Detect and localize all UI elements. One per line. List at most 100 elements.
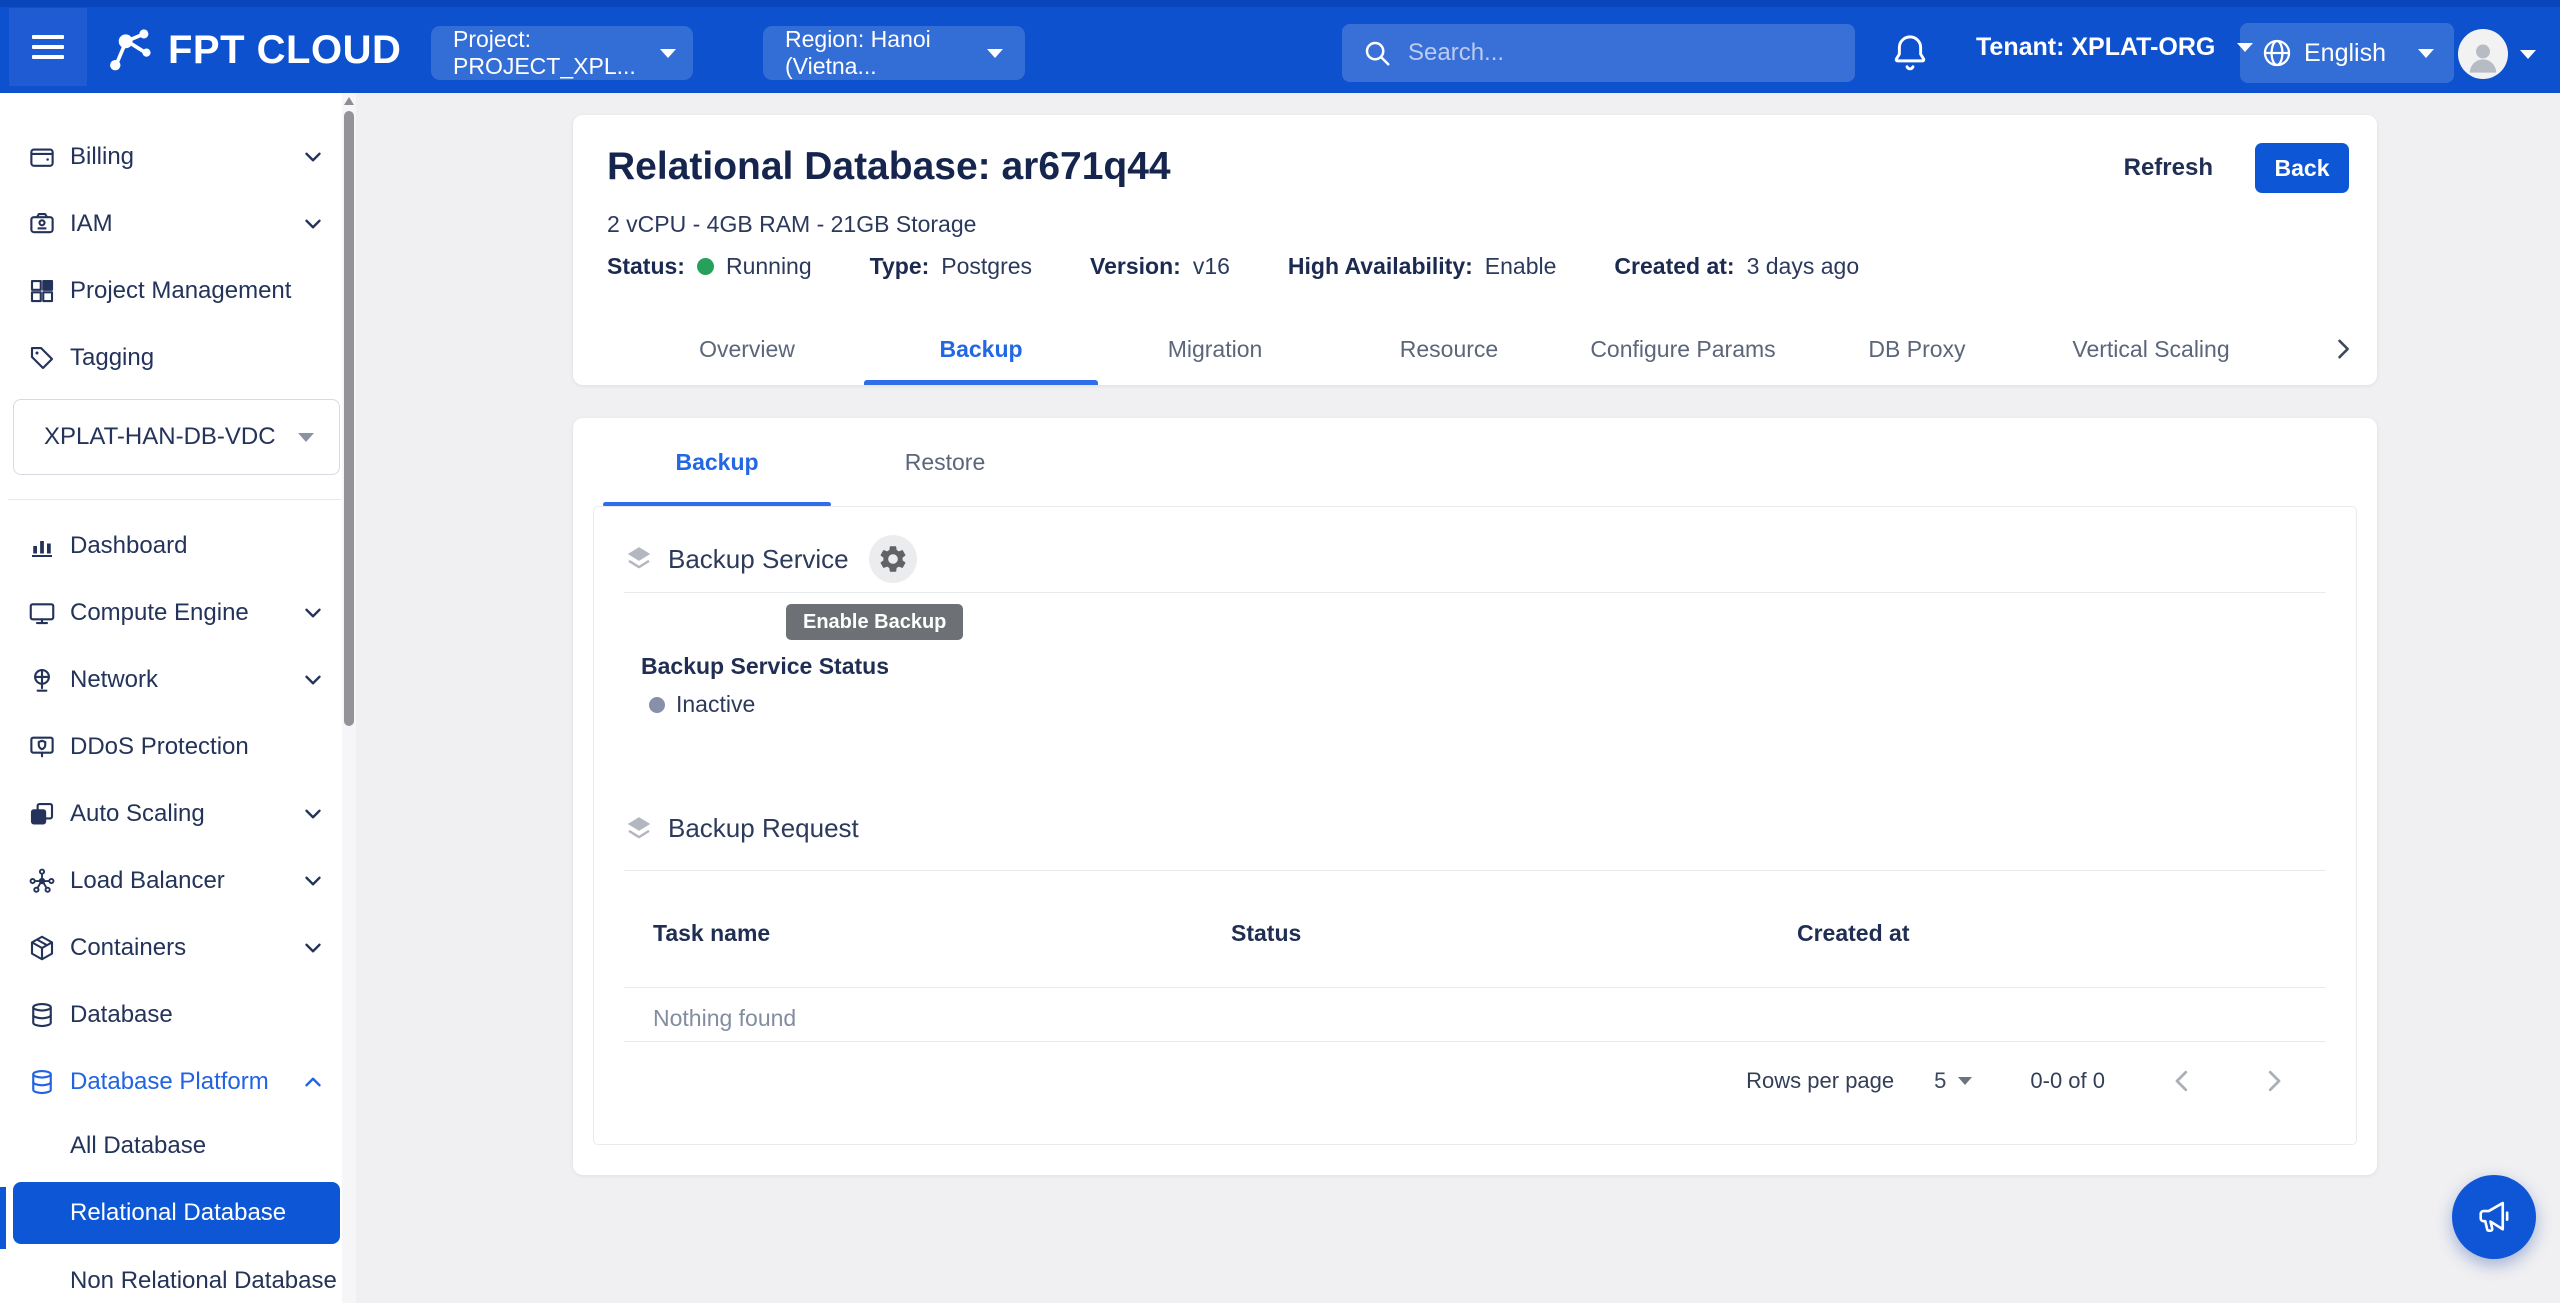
version-field: Version: v16 bbox=[1090, 253, 1230, 280]
layers-icon bbox=[624, 544, 654, 574]
sidebar-item-non-relational-database[interactable]: Non Relational Database bbox=[0, 1250, 356, 1303]
tab-resource[interactable]: Resource bbox=[1332, 313, 1566, 385]
tenant-selector[interactable]: Tenant: XPLAT-ORG bbox=[1976, 33, 2253, 62]
created-value: 3 days ago bbox=[1747, 253, 1860, 280]
rows-per-page-select[interactable]: 5 bbox=[1934, 1068, 1972, 1094]
sidebar-item-compute-engine[interactable]: Compute Engine bbox=[0, 579, 356, 646]
wallet-icon bbox=[27, 142, 57, 172]
sidebar-item-all-database[interactable]: All Database bbox=[0, 1115, 356, 1177]
status-inactive-dot bbox=[649, 697, 665, 713]
megaphone-icon bbox=[2473, 1196, 2515, 1238]
backup-subtabs: Backup Restore bbox=[603, 418, 1059, 506]
region-selector[interactable]: Region: Hanoi (Vietna... bbox=[763, 26, 1025, 80]
sidebar-item-ddos-protection[interactable]: DDoS Protection bbox=[0, 713, 356, 780]
type-value: Postgres bbox=[941, 253, 1032, 280]
chevron-down-icon bbox=[300, 667, 326, 693]
sidebar-item-load-balancer[interactable]: Load Balancer bbox=[0, 847, 356, 914]
caret-down-icon bbox=[2418, 49, 2434, 58]
sidebar-item-project-management[interactable]: Project Management bbox=[0, 257, 356, 324]
active-item-indicator bbox=[0, 1187, 6, 1249]
sidebar-item-dashboard[interactable]: Dashboard bbox=[0, 512, 356, 579]
sidebar-item-tagging[interactable]: Tagging bbox=[0, 324, 356, 391]
refresh-button[interactable]: Refresh bbox=[2124, 154, 2213, 182]
rows-per-page-label: Rows per page bbox=[1746, 1068, 1894, 1094]
ha-field: High Availability: Enable bbox=[1288, 253, 1557, 280]
header-actions: Refresh Back bbox=[2124, 143, 2349, 193]
instance-specs: 2 vCPU - 4GB RAM - 21GB Storage bbox=[607, 211, 976, 238]
divider bbox=[624, 1041, 2326, 1042]
sidebar-item-network[interactable]: Network bbox=[0, 646, 356, 713]
cube-icon bbox=[27, 933, 57, 963]
feedback-megaphone-button[interactable] bbox=[2452, 1175, 2536, 1259]
tab-backup[interactable]: Backup bbox=[864, 313, 1098, 385]
empty-table-message: Nothing found bbox=[653, 1005, 796, 1032]
chevron-down-icon bbox=[300, 600, 326, 626]
nodes-icon bbox=[27, 866, 57, 896]
caret-down-icon bbox=[2520, 50, 2536, 59]
search-input[interactable] bbox=[1408, 39, 1808, 67]
pagination-range: 0-0 of 0 bbox=[2030, 1068, 2105, 1094]
status-value: Running bbox=[726, 253, 812, 280]
tab-db-proxy[interactable]: DB Proxy bbox=[1800, 313, 2034, 385]
chevron-down-icon bbox=[300, 144, 326, 170]
monitor-icon bbox=[27, 598, 57, 628]
database-header-card: Relational Database: ar671q44 2 vCPU - 4… bbox=[573, 115, 2377, 385]
status-running-dot bbox=[697, 258, 714, 275]
sidebar-item-database-platform[interactable]: Database Platform bbox=[0, 1048, 356, 1115]
project-selector[interactable]: Project: PROJECT_XPL... bbox=[431, 26, 693, 80]
brand-text: FPT CLOUD bbox=[168, 28, 401, 73]
notifications-bell-icon[interactable] bbox=[1888, 31, 1932, 75]
sidebar-item-billing[interactable]: Billing bbox=[0, 123, 356, 190]
gear-icon bbox=[877, 543, 909, 575]
brand-logo[interactable]: FPT CLOUD bbox=[104, 7, 401, 93]
language-label: English bbox=[2304, 39, 2386, 68]
avatar bbox=[2458, 29, 2508, 79]
database-icon bbox=[27, 1067, 57, 1097]
sidebar-item-database[interactable]: Database bbox=[0, 981, 356, 1048]
tab-configure-params[interactable]: Configure Params bbox=[1566, 313, 1800, 385]
sidebar-item-containers[interactable]: Containers bbox=[0, 914, 356, 981]
tab-vertical-scaling[interactable]: Vertical Scaling bbox=[2034, 313, 2268, 385]
language-selector[interactable]: English bbox=[2240, 23, 2454, 83]
chevron-down-icon bbox=[300, 935, 326, 961]
app-root: FPT CLOUD Project: PROJECT_XPL... Region… bbox=[0, 0, 2560, 1303]
sidebar-scrollbar[interactable] bbox=[342, 93, 356, 1303]
instance-meta-row: Status: Running Type: Postgres Version: … bbox=[607, 253, 1859, 280]
top-navbar: FPT CLOUD Project: PROJECT_XPL... Region… bbox=[0, 0, 2560, 93]
globe-stand-icon bbox=[27, 665, 57, 695]
backup-panel: Backup Service Enable Backup Backup Serv… bbox=[593, 506, 2357, 1145]
grid-icon bbox=[27, 276, 57, 306]
globe-icon bbox=[2260, 36, 2294, 70]
column-created-at: Created at bbox=[1768, 920, 2326, 947]
previous-page-button[interactable] bbox=[2167, 1066, 2197, 1096]
sidebar-item-relational-database[interactable]: Relational Database bbox=[13, 1182, 340, 1244]
backup-service-header: Backup Service bbox=[624, 535, 917, 583]
type-field: Type: Postgres bbox=[870, 253, 1032, 280]
bar-chart-icon bbox=[27, 531, 57, 561]
vdc-selector[interactable]: XPLAT-HAN-DB-VDC bbox=[13, 399, 340, 475]
subtab-restore[interactable]: Restore bbox=[831, 418, 1059, 506]
main-content: Relational Database: ar671q44 2 vCPU - 4… bbox=[356, 93, 2560, 1303]
subtab-backup[interactable]: Backup bbox=[603, 418, 831, 506]
back-button[interactable]: Back bbox=[2255, 143, 2349, 193]
user-menu[interactable] bbox=[2458, 29, 2536, 79]
tab-migration[interactable]: Migration bbox=[1098, 313, 1332, 385]
tenant-label: Tenant: XPLAT-ORG bbox=[1976, 33, 2215, 62]
chevron-down-icon bbox=[300, 801, 326, 827]
scroll-up-arrow-icon[interactable] bbox=[344, 97, 354, 105]
hamburger-menu-button[interactable] bbox=[9, 8, 87, 86]
shield-monitor-icon bbox=[27, 732, 57, 762]
backup-service-status-label: Backup Service Status bbox=[641, 653, 889, 680]
next-page-button[interactable] bbox=[2259, 1066, 2289, 1096]
sidebar-item-auto-scaling[interactable]: Auto Scaling bbox=[0, 780, 356, 847]
backup-settings-button[interactable] bbox=[869, 535, 917, 583]
layers-icon bbox=[624, 814, 654, 844]
status-field: Status: Running bbox=[607, 253, 812, 280]
scrollbar-thumb[interactable] bbox=[344, 111, 354, 726]
tabs-scroll-right-button[interactable] bbox=[2308, 313, 2378, 385]
caret-down-icon bbox=[987, 49, 1003, 58]
backup-request-table-header: Task name Status Created at bbox=[624, 907, 2326, 959]
tab-overview[interactable]: Overview bbox=[630, 313, 864, 385]
chevron-down-icon bbox=[300, 868, 326, 894]
sidebar-item-iam[interactable]: IAM bbox=[0, 190, 356, 257]
